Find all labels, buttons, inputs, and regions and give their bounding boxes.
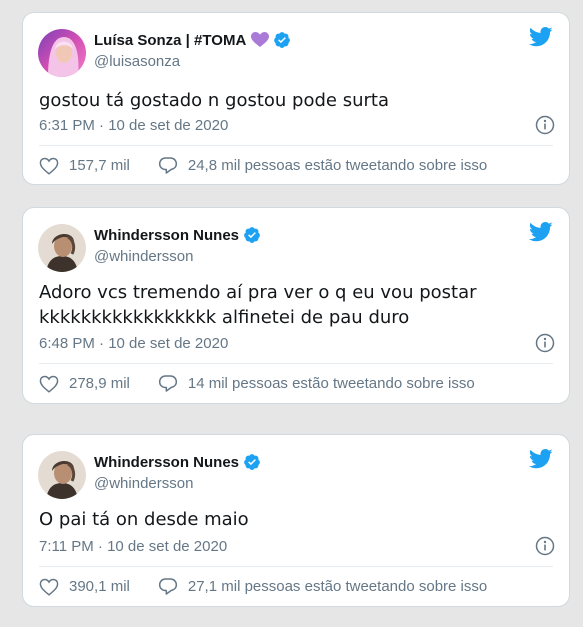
like-stat[interactable]: 157,7 mil — [39, 157, 130, 175]
reply-bubble-icon — [158, 375, 177, 392]
info-icon[interactable] — [535, 115, 555, 140]
author-name[interactable]: Whindersson Nunes — [94, 227, 239, 244]
avatar-whindersson-image — [38, 224, 86, 272]
author-row[interactable]: Whindersson Nunes — [94, 226, 261, 244]
conversation-text: 14 mil pessoas estão tweetando sobre iss… — [187, 375, 475, 392]
avatar[interactable] — [38, 224, 86, 272]
avatar[interactable] — [38, 29, 86, 77]
twitter-bird-icon[interactable] — [528, 222, 553, 247]
conversation-stat[interactable]: 14 mil pessoas estão tweetando sobre iss… — [158, 374, 475, 393]
conversation-stat[interactable]: 27,1 mil pessoas estão tweetando sobre i… — [158, 577, 487, 596]
author-handle[interactable]: @luisasonza — [94, 53, 180, 70]
info-icon[interactable] — [535, 536, 555, 561]
conversation-stat[interactable]: 24,8 mil pessoas estão tweetando sobre i… — [158, 156, 487, 175]
avatar-whindersson-image — [38, 451, 86, 499]
reply-bubble-icon — [158, 157, 177, 174]
conversation-text: 27,1 mil pessoas estão tweetando sobre i… — [187, 578, 488, 595]
info-icon[interactable] — [535, 333, 555, 358]
verified-badge-icon — [273, 31, 291, 49]
author-handle[interactable]: @whindersson — [94, 475, 193, 492]
tweet-timestamp[interactable]: 6:31 PM · 10 de set de 2020 — [39, 117, 228, 134]
conversation-text: 24,8 mil pessoas estão tweetando sobre i… — [187, 157, 488, 174]
tweet-stats: 390,1 mil 27,1 mil pessoas estão tweetan… — [39, 577, 487, 596]
tweet-card[interactable]: Whindersson Nunes @whindersson O pai tá … — [22, 434, 570, 607]
like-stat[interactable]: 390,1 mil — [39, 578, 130, 596]
avatar-luisa-image — [38, 29, 86, 77]
divider — [39, 145, 553, 146]
tweet-stats: 278,9 mil 14 mil pessoas estão tweetando… — [39, 374, 475, 393]
heart-icon — [39, 578, 59, 596]
author-row[interactable]: Luísa Sonza | #TOMA — [94, 31, 291, 49]
tweet-card[interactable]: Whindersson Nunes @whindersson Adoro vcs… — [22, 207, 570, 404]
twitter-bird-icon[interactable] — [528, 449, 553, 474]
like-count: 157,7 mil — [69, 157, 130, 174]
author-name[interactable]: Whindersson Nunes — [94, 454, 239, 471]
tweet-timestamp[interactable]: 7:11 PM · 10 de set de 2020 — [39, 538, 227, 555]
like-count: 278,9 mil — [69, 375, 130, 392]
author-row[interactable]: Whindersson Nunes — [94, 453, 261, 471]
tweet-text: gostou tá gostado n gostou pode surta — [39, 90, 389, 111]
like-count: 390,1 mil — [69, 578, 130, 595]
author-handle[interactable]: @whindersson — [94, 248, 193, 265]
divider — [39, 566, 553, 567]
avatar[interactable] — [38, 451, 86, 499]
tweet-text: O pai tá on desde maio — [39, 509, 249, 530]
like-stat[interactable]: 278,9 mil — [39, 375, 130, 393]
tweet-text: Adoro vcs tremendo aí pra ver o q eu vou… — [39, 282, 477, 328]
divider — [39, 363, 553, 364]
heart-icon — [39, 375, 59, 393]
tweet-stats: 157,7 mil 24,8 mil pessoas estão tweetan… — [39, 156, 487, 175]
tweet-card[interactable]: Luísa Sonza | #TOMA @luisasonza gostou t… — [22, 12, 570, 185]
tweet-timestamp[interactable]: 6:48 PM · 10 de set de 2020 — [39, 335, 228, 352]
reply-bubble-icon — [158, 578, 177, 595]
heart-icon — [39, 157, 59, 175]
twitter-bird-icon[interactable] — [528, 27, 553, 52]
purple-heart-icon — [251, 32, 270, 48]
verified-badge-icon — [243, 226, 261, 244]
author-name[interactable]: Luísa Sonza | #TOMA — [94, 32, 246, 49]
verified-badge-icon — [243, 453, 261, 471]
